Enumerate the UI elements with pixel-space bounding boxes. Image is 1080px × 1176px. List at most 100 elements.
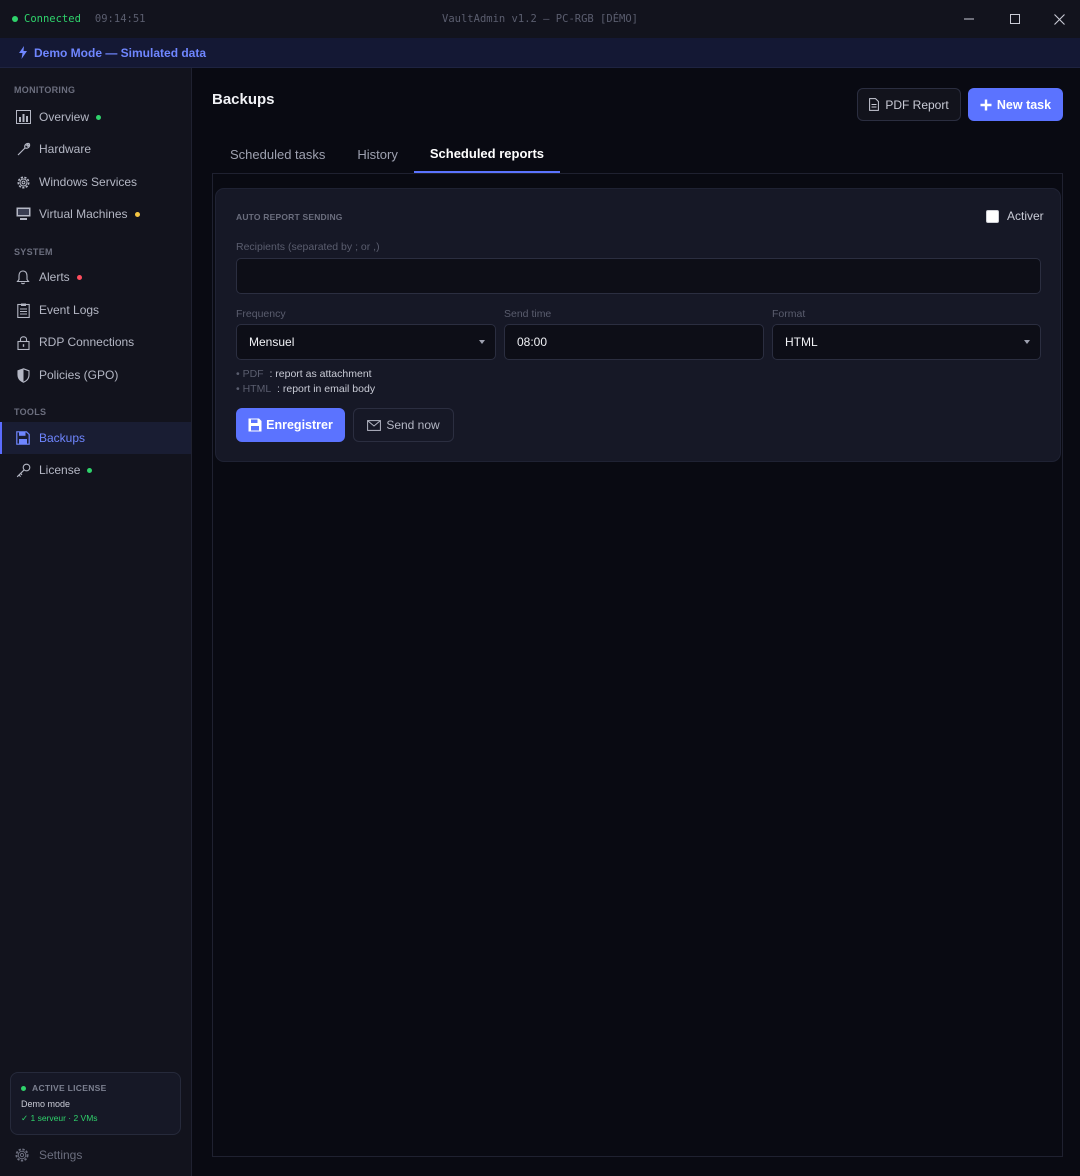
lock-icon — [14, 333, 32, 351]
status-dot — [87, 467, 93, 473]
clipboard-icon — [14, 301, 32, 319]
send-now-label: Send now — [386, 418, 440, 432]
sidebar-item-event-logs[interactable]: Event Logs — [0, 294, 191, 326]
auto-report-card: AUTO REPORT SENDING Activer Recipients (… — [215, 188, 1061, 462]
sidebar-item-label: Overview — [39, 110, 90, 124]
tab-history[interactable]: History — [341, 136, 413, 173]
tab-scheduled-tasks[interactable]: Scheduled tasks — [214, 136, 341, 173]
section-label-tools: TOOLS — [14, 407, 47, 417]
license-info: ✓ 1 serveur · 2 VMs — [21, 1113, 98, 1123]
floppy-icon — [248, 418, 262, 432]
gear-icon — [14, 173, 32, 191]
sidebar-item-label: Event Logs — [39, 303, 100, 317]
save-button[interactable]: Enregistrer — [236, 408, 345, 442]
recipients-input[interactable] — [236, 258, 1041, 294]
sidebar-item-policies-gpo[interactable]: Policies (GPO) — [0, 359, 191, 391]
bell-icon — [14, 268, 32, 286]
envelope-icon — [367, 419, 382, 431]
send-time-input[interactable]: 08:00 — [504, 324, 764, 360]
sidebar-item-overview[interactable]: Overview — [0, 101, 191, 133]
new-task-label: New task — [996, 97, 1052, 112]
enable-checkbox[interactable] — [986, 209, 999, 223]
section-label-monitoring: MONITORING — [14, 85, 76, 95]
section-label-system: SYSTEM — [14, 247, 53, 257]
sidebar-item-label: Backups — [39, 431, 86, 445]
sidebar-item-hardware[interactable]: Hardware — [0, 133, 191, 165]
sidebar: MONITORING Overview Hardware Windows Ser… — [0, 68, 192, 1176]
maximize-button[interactable] — [992, 0, 1038, 38]
sidebar-item-label: Hardware — [39, 142, 92, 156]
license-title: ACTIVE LICENSE — [32, 1083, 107, 1093]
enable-label: Activer — [1007, 209, 1044, 223]
window-title: VaultAdmin v1.2 — PC-RGB [DÉMO] — [442, 13, 638, 25]
document-icon — [869, 98, 880, 111]
sidebar-item-label: Policies (GPO) — [39, 368, 119, 382]
plus-icon — [980, 99, 992, 111]
frequency-select[interactable]: Mensuel — [236, 324, 496, 360]
card-title: AUTO REPORT SENDING — [236, 212, 343, 222]
license-mode: Demo mode — [21, 1099, 71, 1109]
frequency-value: Mensuel — [249, 335, 295, 349]
demo-banner: Demo Mode — Simulated data — [0, 38, 1080, 68]
sidebar-item-label: Windows Services — [39, 175, 138, 189]
sidebar-item-label: RDP Connections — [39, 335, 135, 349]
shield-icon — [14, 366, 32, 384]
save-label: Enregistrer — [266, 418, 333, 432]
close-button[interactable] — [1036, 0, 1080, 38]
lightning-icon — [19, 46, 27, 59]
status-dot — [134, 211, 140, 217]
license-panel: ACTIVE LICENSE Demo mode ✓ 1 serveur · 2… — [10, 1072, 181, 1135]
format-select[interactable]: HTML — [772, 324, 1041, 360]
clock: 09:14:51 — [94, 13, 146, 25]
license-header: ACTIVE LICENSE — [21, 1083, 170, 1093]
hint-html-key: HTML — [242, 383, 272, 395]
chevron-down-icon — [1024, 340, 1030, 344]
wrench-icon — [14, 140, 32, 158]
tab-bar: Scheduled tasks History Scheduled report… — [214, 136, 560, 174]
sidebar-item-license[interactable]: License — [0, 454, 191, 486]
status-dot — [21, 1085, 26, 1091]
maximize-icon — [1010, 14, 1020, 24]
minimize-button[interactable] — [946, 0, 992, 38]
sidebar-item-windows-services[interactable]: Windows Services — [0, 166, 191, 198]
hint-pdf-text: : report as attachment — [269, 368, 372, 380]
chart-icon — [14, 108, 32, 126]
sidebar-item-alerts[interactable]: Alerts — [0, 261, 191, 293]
close-icon — [1053, 13, 1065, 25]
hint-pdf: • PDF : report as attachment — [236, 368, 372, 380]
format-value: HTML — [785, 335, 818, 349]
sidebar-item-label: Virtual Machines — [39, 207, 128, 221]
monitor-icon — [14, 205, 32, 223]
recipients-label: Recipients (separated by ; or ,) — [236, 241, 380, 253]
connection-status-text: Connected — [24, 13, 81, 25]
settings-link[interactable]: Settings — [14, 1147, 82, 1163]
frequency-label: Frequency — [236, 308, 286, 320]
demo-banner-text: Demo Mode — Simulated data — [34, 45, 207, 60]
hint-html: • HTML : report in email body — [236, 383, 376, 395]
pdf-report-button[interactable]: PDF Report — [857, 88, 961, 121]
title-bar: Connected 09:14:51 VaultAdmin v1.2 — PC-… — [0, 0, 1080, 38]
status-dot — [96, 114, 102, 120]
sidebar-item-backups[interactable]: Backups — [0, 422, 191, 454]
sidebar-item-rdp-connections[interactable]: RDP Connections — [0, 326, 191, 358]
sidebar-item-label: Alerts — [39, 270, 70, 284]
status-dot — [76, 274, 82, 280]
enable-toggle[interactable]: Activer — [986, 209, 1044, 223]
gear-icon — [14, 1147, 30, 1163]
status-dot — [12, 16, 18, 22]
key-icon — [14, 461, 32, 479]
hint-html-text: : report in email body — [277, 383, 376, 395]
sidebar-item-virtual-machines[interactable]: Virtual Machines — [0, 198, 191, 230]
send-time-label: Send time — [504, 308, 552, 320]
floppy-icon — [14, 429, 32, 447]
hint-pdf-key: PDF — [242, 368, 264, 380]
sidebar-item-label: License — [39, 463, 81, 477]
new-task-button[interactable]: New task — [968, 88, 1063, 121]
tab-scheduled-reports[interactable]: Scheduled reports — [413, 136, 560, 173]
page-title: Backups — [212, 91, 275, 108]
format-label: Format — [772, 308, 806, 320]
minimize-icon — [964, 18, 974, 20]
pdf-report-label: PDF Report — [885, 97, 949, 112]
send-now-button[interactable]: Send now — [353, 408, 454, 442]
connection-status: Connected 09:14:51 — [12, 13, 145, 25]
